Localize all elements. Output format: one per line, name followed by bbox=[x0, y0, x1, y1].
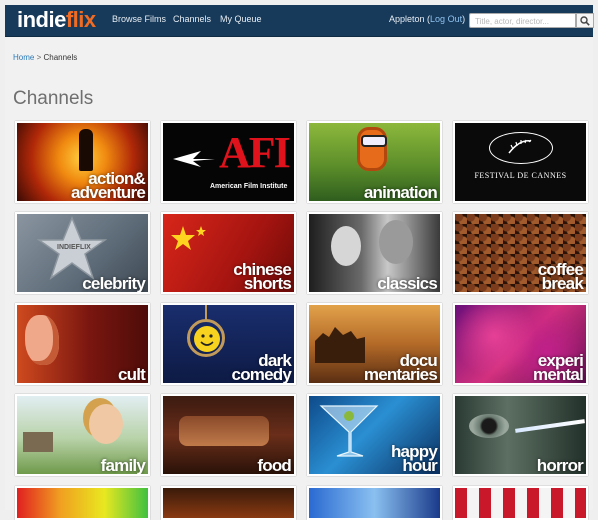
username: Appleton bbox=[389, 14, 425, 24]
channel-tile-family[interactable]: family bbox=[15, 394, 150, 476]
channel-tile-dark-comedy[interactable]: dark comedy bbox=[161, 303, 296, 385]
channel-tile-afi[interactable]: AFI American Film Institute bbox=[161, 121, 296, 203]
channel-tile-happy-hour[interactable]: happy hour bbox=[307, 394, 442, 476]
logout-link[interactable]: Log Out bbox=[430, 14, 462, 24]
channel-tile-row5-3[interactable] bbox=[307, 486, 442, 520]
search-icon bbox=[580, 16, 590, 26]
breadcrumb-current: Channels bbox=[43, 53, 78, 62]
breadcrumb-home-link[interactable]: Home bbox=[13, 53, 34, 62]
user-info: Appleton (Log Out) bbox=[389, 14, 466, 24]
channel-tile-row5-4[interactable] bbox=[453, 486, 588, 520]
nav-browse-films[interactable]: Browse Films bbox=[112, 14, 166, 24]
channel-tile-row5-1[interactable] bbox=[15, 486, 150, 520]
channel-tile-horror[interactable]: horror bbox=[453, 394, 588, 476]
channel-tile-festival-de-cannes[interactable]: FESTIVAL DE CANNES bbox=[453, 121, 588, 203]
channel-tile-food[interactable]: food bbox=[161, 394, 296, 476]
channel-tile-documentaries[interactable]: docu mentaries bbox=[307, 303, 442, 385]
nav-my-queue[interactable]: My Queue bbox=[220, 14, 262, 24]
channel-tile-coffee-break[interactable]: coffee break bbox=[453, 212, 588, 294]
top-navigation-bar: indieflix Browse Films Channels My Queue… bbox=[5, 5, 594, 37]
nav-channels[interactable]: Channels bbox=[173, 14, 211, 24]
channel-tile-classics[interactable]: classics bbox=[307, 212, 442, 294]
search-button[interactable] bbox=[576, 13, 594, 28]
channel-tile-chinese-shorts[interactable]: chinese shorts bbox=[161, 212, 296, 294]
channel-tile-animation[interactable]: animation bbox=[307, 121, 442, 203]
breadcrumb: Home > Channels bbox=[13, 53, 78, 62]
channel-tile-celebrity[interactable]: INDIEFLIX celebrity bbox=[15, 212, 150, 294]
page-title: Channels bbox=[13, 88, 94, 109]
channel-tile-row5-2[interactable] bbox=[161, 486, 296, 520]
channel-tile-cult[interactable]: cult bbox=[15, 303, 150, 385]
indieflix-logo[interactable]: indieflix bbox=[17, 7, 96, 33]
search-input[interactable]: Title, actor, director... bbox=[469, 13, 576, 28]
channel-tile-action-adventure[interactable]: action& adventure bbox=[15, 121, 150, 203]
channel-tile-experimental[interactable]: experi mental bbox=[453, 303, 588, 385]
